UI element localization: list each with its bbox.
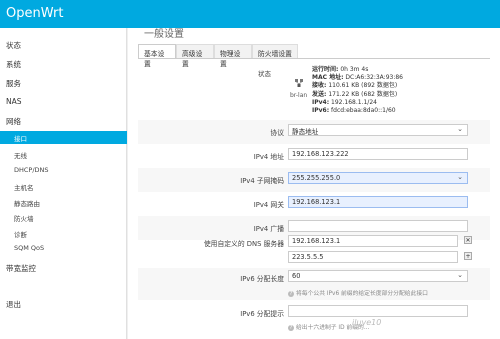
ipv6-key: IPv6: — [312, 107, 330, 115]
row-ipv6-assign-length: IPv6 分配长度 60 ⌄ ? 将每个公共 IPv6 前缀的给定长度部分分配给此… — [138, 268, 490, 300]
sidebar-subitem-wireless[interactable]: 无线 — [14, 150, 27, 160]
chevron-down-icon: ⌄ — [457, 173, 463, 181]
sidebar-subitem-sqm-qos[interactable]: SQM QoS — [14, 244, 44, 252]
sidebar-item-logout[interactable]: 退出 — [6, 299, 21, 310]
ipv6-value: fdcd:ebaa:8da0::1/60 — [329, 107, 396, 115]
ipv6-length-hint: ? 将每个公共 IPv6 前缀的给定长度部分分配给此接口 — [288, 288, 428, 297]
help-icon: ? — [288, 325, 294, 331]
protocol-label: 协议 — [270, 129, 284, 137]
network-bridge-icon — [295, 79, 303, 87]
protocol-select[interactable]: 静态地址 ⌄ — [288, 124, 468, 136]
ipv6-length-label: IPv6 分配长度 — [240, 275, 284, 283]
section-title: 一般设置 — [144, 29, 184, 40]
gateway-input[interactable]: 192.168.123.1 — [288, 196, 468, 208]
remove-dns-icon[interactable]: ✕ — [464, 236, 472, 244]
sidebar-item-status[interactable]: 状态 — [6, 40, 21, 51]
help-icon: ? — [288, 291, 294, 297]
tab-divider — [138, 58, 490, 59]
tab-firewall-settings[interactable]: 防火墙设置 — [252, 44, 298, 58]
uptime-value: 0h 3m 4s — [338, 66, 369, 73]
protocol-value: 静态地址 — [292, 128, 319, 136]
row-dns: 使用自定义的 DNS 服务器 192.168.123.1 ✕ 223.5.5.5… — [138, 230, 490, 270]
sidebar-subitem-hostnames[interactable]: 主机名 — [14, 182, 34, 192]
tab-physical-settings[interactable]: 物理设置 — [214, 44, 252, 68]
sidebar-subitem-firewall[interactable]: 防火墙 — [14, 213, 34, 223]
row-ipv6-assign-hint: IPv6 分配提示 ? 给出十六进制子 ID 前缀的... — [138, 302, 490, 336]
tx-key: 发送: — [312, 90, 327, 98]
dns-input-1[interactable]: 192.168.123.1 — [288, 235, 458, 247]
tx-value: 171.22 KB (682 数据包) — [326, 90, 398, 98]
chevron-down-icon: ⌄ — [457, 271, 463, 279]
mac-value: DC:A6:32:3A:93:86 — [343, 74, 403, 82]
row-netmask: IPv4 子网掩码 255.255.255.0 ⌄ — [138, 168, 490, 192]
tab-basic-settings[interactable]: 基本设置 — [138, 44, 176, 68]
ipv6-hint-label: IPv6 分配提示 — [240, 310, 284, 318]
rx-value: 110.61 KB (892 数据包) — [326, 82, 398, 90]
ipv4-address-input[interactable]: 192.168.123.222 — [288, 148, 468, 160]
netmask-combobox[interactable]: 255.255.255.0 ⌄ — [288, 172, 468, 184]
sidebar-item-system[interactable]: 系统 — [6, 59, 21, 70]
top-header: OpenWrt — [0, 0, 500, 28]
tab-advanced-settings[interactable]: 高级设置 — [176, 44, 214, 68]
chevron-down-icon: ⌄ — [457, 125, 463, 133]
ipv4-key: IPv4: — [312, 98, 330, 106]
sidebar-subitem-static-routes[interactable]: 静态路由 — [14, 198, 40, 208]
sidebar-subitem-label: 接口 — [14, 135, 27, 143]
row-gateway: IPv4 网关 192.168.123.1 — [138, 192, 490, 216]
interface-name: br-lan — [290, 92, 308, 99]
sidebar-subitem-diagnostics[interactable]: 诊断 — [14, 229, 27, 239]
dns-label: 使用自定义的 DNS 服务器 — [203, 240, 284, 248]
main-panel: 一般设置 基本设置 高级设置 物理设置 防火墙设置 状态 br-lan 运行时间… — [128, 28, 500, 339]
row-ipv4-address: IPv4 地址 192.168.123.222 — [138, 144, 490, 168]
ipv6-length-select[interactable]: 60 ⌄ — [288, 270, 468, 282]
sidebar-item-services[interactable]: 服务 — [6, 78, 21, 89]
watermark-text: iluve10 — [352, 318, 382, 327]
status-details: 运行时间: 0h 3m 4s MAC 地址: DC:A6:32:3A:93:86… — [312, 66, 403, 115]
dns-input-2[interactable]: 223.5.5.5 — [288, 251, 458, 263]
ipv6-length-value: 60 — [292, 272, 301, 280]
row-protocol: 协议 静态地址 ⌄ — [138, 120, 490, 144]
sidebar-item-network[interactable]: 网络 — [6, 116, 21, 127]
add-dns-icon[interactable]: + — [464, 252, 472, 260]
netmask-value: 255.255.255.0 — [292, 174, 341, 182]
netmask-label: IPv4 子网掩码 — [240, 177, 284, 185]
uptime-key: 运行时间: — [312, 66, 339, 73]
rx-key: 接收: — [312, 82, 327, 90]
sidebar: 状态 系统 服务 NAS 网络 接口 无线 DHCP/DNS 主机名 静态路由 … — [0, 28, 127, 339]
ipv4-address-label: IPv4 地址 — [253, 153, 284, 161]
ipv4-value: 192.168.1.1/24 — [329, 98, 377, 106]
mac-key: MAC 地址: — [312, 74, 344, 82]
status-label: 状态 — [258, 70, 271, 78]
sidebar-item-nas[interactable]: NAS — [6, 97, 22, 106]
ipv6-length-hint-text: 将每个公共 IPv6 前缀的给定长度部分分配给此接口 — [296, 291, 428, 297]
sidebar-subitem-dhcp-dns[interactable]: DHCP/DNS — [14, 166, 49, 174]
sidebar-subitem-interfaces[interactable]: 接口 — [0, 131, 127, 144]
gateway-label: IPv4 网关 — [253, 201, 284, 209]
sidebar-item-bandwidth-monitor[interactable]: 带宽监控 — [6, 263, 36, 274]
ipv6-hint-input[interactable] — [288, 305, 468, 317]
brand-logo[interactable]: OpenWrt — [6, 6, 63, 21]
